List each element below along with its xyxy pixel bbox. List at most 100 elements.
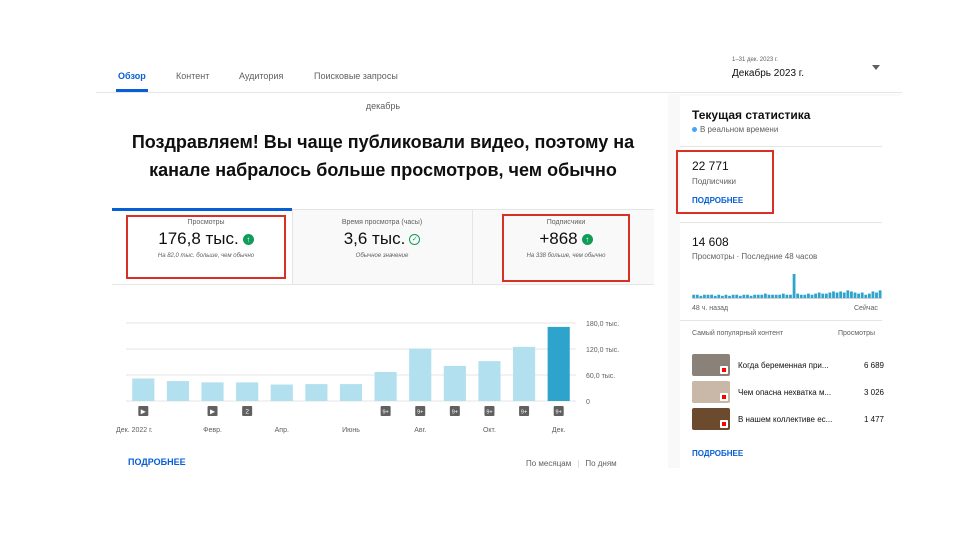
month-label: декабрь [365, 101, 401, 111]
spark-bar [875, 292, 878, 298]
chart-bar [547, 326, 570, 401]
spark-bar [771, 294, 774, 298]
spark-bar [857, 293, 860, 298]
divider [680, 146, 882, 147]
divider [680, 222, 882, 223]
spark-bar [699, 295, 703, 298]
spark-bar [817, 292, 821, 298]
realtime-live: В реальном времени [692, 125, 778, 134]
metric-value: 3,6 тыс. ✓ [306, 229, 458, 249]
spark-bar [864, 294, 868, 298]
y-tick-label: 0 [586, 399, 590, 406]
x-tick-label: Авг. [414, 427, 426, 434]
by-month-toggle[interactable]: По месяцам [526, 459, 571, 468]
spark-bar [846, 290, 850, 298]
spark-bar [760, 294, 764, 298]
metric-divider [472, 210, 473, 285]
tabs-divider [96, 92, 902, 93]
spark-bar [749, 295, 753, 298]
x-tick-label: Дек. [552, 427, 566, 434]
spark-bar [738, 295, 742, 298]
highlight-box-views [126, 215, 286, 279]
chart-bar [478, 361, 501, 401]
spark-bar [710, 294, 714, 298]
spark-bar [756, 294, 760, 298]
spark-bar [832, 291, 835, 298]
tab-content[interactable]: Контент [176, 71, 209, 81]
more-button[interactable]: ПОДРОБНЕЕ [128, 457, 186, 467]
metric-active-indicator [112, 208, 292, 211]
popular-item[interactable]: Когда беременная при... 6 689 [692, 354, 884, 376]
popular-item[interactable]: Чем опасна нехватка м... 3 026 [692, 381, 884, 403]
spark-bar [735, 294, 739, 298]
spark-right-label: Сейчас [854, 305, 878, 312]
popular-item[interactable]: В нашем коллективе ес... 1 477 [692, 408, 884, 430]
metric-watch-time[interactable]: Время просмотра (часы) 3,6 тыс. ✓ Обычно… [306, 219, 458, 259]
x-tick-label: Июнь [342, 427, 360, 434]
spark-bar [731, 294, 735, 298]
chart-bar [409, 348, 432, 401]
tab-search-queries[interactable]: Поисковые запросы [314, 71, 398, 81]
spark-bar [799, 294, 803, 298]
check-icon: ✓ [409, 233, 421, 245]
date-selector[interactable]: Декабрь 2023 г. [732, 68, 804, 79]
chart-bar [201, 382, 224, 401]
upload-marker-label: 9+ [452, 410, 458, 416]
spark-bar [767, 294, 771, 298]
metric-label: Время просмотра (часы) [341, 219, 423, 226]
view-toggle: По месяцам | По дням [526, 459, 617, 468]
spark-bar [728, 295, 731, 298]
x-tick-label: Февр. [203, 427, 222, 434]
spark-bar [850, 291, 853, 298]
metric-divider [292, 210, 293, 285]
chart-bar [132, 378, 155, 401]
spark-bar [720, 295, 724, 298]
live-label: В реальном времени [700, 125, 779, 134]
video-views: 1 477 [863, 414, 884, 424]
tab-audience[interactable]: Аудитория [239, 71, 283, 81]
spark-bar [792, 274, 796, 298]
video-thumbnail [692, 381, 730, 403]
popular-views-header: Просмотры [838, 330, 875, 337]
video-views: 3 026 [863, 387, 884, 397]
by-day-toggle[interactable]: По дням [585, 459, 616, 468]
popular-more-button[interactable]: ПОДРОБНЕЕ [692, 449, 743, 458]
spark-bar [821, 293, 825, 298]
tab-overview[interactable]: Обзор [118, 71, 146, 81]
spark-bar [692, 294, 696, 298]
spark-bar [753, 294, 757, 298]
video-title: В нашем коллективе ес... [738, 414, 833, 424]
spark-bar [695, 294, 699, 298]
video-icon [720, 393, 728, 401]
headline: Поздравляем! Вы чаще публиковали видео, … [131, 132, 635, 180]
spark-bar [803, 294, 807, 298]
x-tick-label: Апр. [275, 427, 289, 434]
chart-bar [339, 384, 363, 401]
video-views: 6 689 [863, 360, 884, 370]
spark-bar [796, 293, 800, 298]
views-48h-count: 14 608 [692, 235, 729, 249]
spark-bar [871, 291, 875, 298]
y-tick-label: 60,0 тыс. [586, 373, 615, 380]
chart-bar [443, 365, 466, 401]
spark-bar [878, 290, 882, 298]
y-tick-label: 180,0 тыс. [586, 321, 619, 328]
spark-bar [703, 294, 706, 298]
x-tick-label: Окт. [483, 427, 496, 434]
spark-left-label: 48 ч. назад [692, 305, 729, 312]
spark-bar [824, 293, 828, 298]
spark-bar [781, 293, 785, 298]
spark-bar [713, 295, 717, 298]
video-icon [720, 366, 728, 374]
realtime-title: Текущая статистика [692, 108, 811, 122]
spark-bar [860, 292, 864, 298]
spark-bar [778, 294, 782, 298]
spark-bar [742, 294, 746, 298]
spark-bar [867, 293, 871, 298]
spark-bar [774, 294, 778, 298]
monthly-views-chart: 180,0 тыс.120,0 тыс.60,0 тыс.0▶ ▶ 2 9+ 9+ 9+ 9… [116, 321, 619, 434]
upload-marker-label: 9+ [556, 410, 562, 416]
dropdown-arrow-icon[interactable] [872, 65, 880, 70]
realtime-sparkline [692, 274, 882, 299]
video-title: Чем опасна нехватка м... [738, 387, 832, 397]
